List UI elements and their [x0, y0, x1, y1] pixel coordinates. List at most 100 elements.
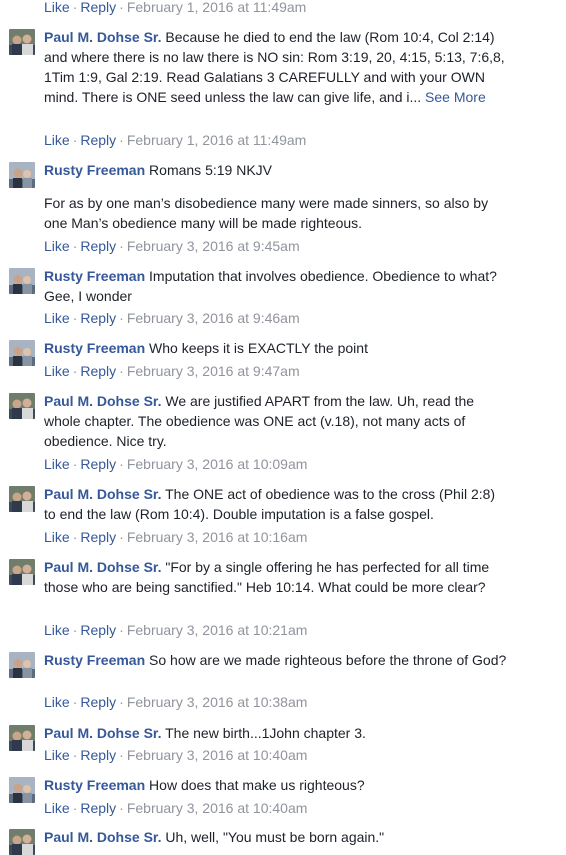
reply-link[interactable]: Reply — [80, 694, 116, 710]
separator: · — [119, 694, 124, 710]
comment-timestamp[interactable]: February 3, 2016 at 10:40am — [127, 800, 308, 816]
comment-text: So how are we made righteous before the … — [149, 652, 507, 668]
comment-timestamp[interactable]: February 3, 2016 at 10:21am — [127, 622, 308, 638]
comment-body: Paul M. Dohse Sr. We are justified APART… — [44, 391, 510, 451]
reply-link[interactable]: Reply — [80, 622, 116, 638]
comment-meta: Like · Reply · February 3, 2016 at 10:09am — [44, 454, 307, 474]
avatar[interactable] — [9, 340, 35, 366]
like-link[interactable]: Like — [44, 622, 70, 638]
comment-author[interactable]: Rusty Freeman — [44, 340, 145, 356]
comment-author[interactable]: Paul M. Dohse Sr. — [44, 829, 161, 845]
comment-timestamp[interactable]: February 3, 2016 at 10:38am — [127, 694, 308, 710]
comment-body: Paul M. Dohse Sr. The ONE act of obedien… — [44, 484, 510, 524]
comment-author[interactable]: Paul M. Dohse Sr. — [44, 486, 161, 502]
like-link[interactable]: Like — [44, 800, 70, 816]
reply-link[interactable]: Reply — [80, 363, 116, 379]
comment-meta: Like · Reply · February 3, 2016 at 10:38am — [44, 692, 307, 712]
comment-text: Uh, well, "You must be born again." — [165, 829, 385, 845]
comment-body: Rusty Freeman Who keeps it is EXACTLY th… — [44, 338, 510, 358]
separator: · — [119, 529, 124, 545]
comment-text: How does that make us righteous? — [149, 777, 365, 793]
reply-link[interactable]: Reply — [80, 132, 116, 148]
separator: · — [72, 0, 78, 15]
comment-timestamp[interactable]: February 1, 2016 at 11:49am — [127, 0, 307, 15]
separator: · — [72, 456, 78, 472]
comment-paragraph: For as by one man’s disobedience many we… — [44, 195, 489, 231]
comment-author[interactable]: Rusty Freeman — [44, 652, 145, 668]
comment-timestamp[interactable]: February 3, 2016 at 10:09am — [127, 456, 308, 472]
avatar[interactable] — [9, 268, 35, 294]
reply-link[interactable]: Reply — [80, 310, 116, 326]
like-link[interactable]: Like — [44, 694, 70, 710]
separator: · — [72, 622, 78, 638]
separator: · — [72, 694, 78, 710]
like-link[interactable]: Like — [44, 747, 70, 763]
comment-meta: Like · Reply · February 3, 2016 at 9:45am — [44, 236, 300, 256]
comment-body: Rusty Freeman How does that make us righ… — [44, 775, 510, 795]
comment-author[interactable]: Paul M. Dohse Sr. — [44, 29, 161, 45]
avatar[interactable] — [9, 29, 35, 55]
like-link[interactable]: Like — [44, 0, 70, 15]
comment-meta: Like · Reply · February 3, 2016 at 10:40am — [44, 745, 307, 765]
avatar[interactable] — [9, 777, 35, 803]
separator: · — [119, 456, 124, 472]
comment-body: Rusty Freeman Romans 5:19 NKJV For as by… — [44, 160, 510, 233]
separator: · — [72, 238, 78, 254]
separator: · — [119, 747, 124, 763]
comment-timestamp[interactable]: February 3, 2016 at 9:46am — [127, 310, 300, 326]
comment-text: The new birth...1John chapter 3. — [165, 725, 366, 741]
see-more-link[interactable]: See More — [421, 89, 486, 105]
avatar[interactable] — [9, 829, 35, 855]
separator: · — [119, 622, 124, 638]
comment-timestamp[interactable]: February 3, 2016 at 9:45am — [127, 238, 300, 254]
separator: · — [72, 363, 78, 379]
comment-text: Who keeps it is EXACTLY the point — [149, 340, 368, 356]
separator: · — [72, 800, 78, 816]
comment-timestamp[interactable]: February 3, 2016 at 10:40am — [127, 747, 308, 763]
comment-body: Paul M. Dohse Sr. Uh, well, "You must be… — [44, 827, 510, 847]
comment-author[interactable]: Rusty Freeman — [44, 162, 145, 178]
separator: · — [119, 238, 124, 254]
avatar[interactable] — [9, 652, 35, 678]
separator: · — [119, 0, 124, 15]
avatar[interactable] — [9, 486, 35, 512]
comment-author[interactable]: Paul M. Dohse Sr. — [44, 559, 161, 575]
like-link[interactable]: Like — [44, 310, 70, 326]
reply-link[interactable]: Reply — [80, 747, 116, 763]
avatar[interactable] — [9, 393, 35, 419]
comment-text: Romans 5:19 NKJV — [149, 162, 272, 178]
comment-meta: Like · Reply · February 3, 2016 at 10:40am — [44, 798, 307, 818]
comment-author[interactable]: Paul M. Dohse Sr. — [44, 725, 161, 741]
comment-timestamp[interactable]: February 3, 2016 at 9:47am — [127, 363, 300, 379]
comment-meta: Like · Reply · February 3, 2016 at 10:16am — [44, 527, 307, 547]
reply-link[interactable]: Reply — [80, 800, 116, 816]
reply-link[interactable]: Reply — [80, 529, 116, 545]
reply-link[interactable]: Reply — [80, 238, 116, 254]
like-link[interactable]: Like — [44, 456, 70, 472]
like-link[interactable]: Like — [44, 132, 70, 148]
comment-body: Paul M. Dohse Sr. Because he died to end… — [44, 27, 510, 107]
comment-body: Rusty Freeman Imputation that involves o… — [44, 266, 510, 306]
comment-meta: Like · Reply · February 3, 2016 at 9:47am — [44, 361, 300, 381]
comment-meta: Like · Reply · February 1, 2016 at 11:49am — [44, 130, 306, 150]
avatar[interactable] — [9, 559, 35, 585]
separator: · — [119, 310, 124, 326]
separator: · — [72, 132, 78, 148]
separator: · — [72, 747, 78, 763]
avatar[interactable] — [9, 162, 35, 188]
comment-author[interactable]: Paul M. Dohse Sr. — [44, 393, 161, 409]
like-link[interactable]: Like — [44, 529, 70, 545]
reply-link[interactable]: Reply — [80, 456, 116, 472]
reply-link[interactable]: Reply — [80, 0, 116, 15]
separator: · — [72, 529, 78, 545]
comment-author[interactable]: Rusty Freeman — [44, 777, 145, 793]
comment-timestamp[interactable]: February 1, 2016 at 11:49am — [127, 132, 307, 148]
comment-meta: Like · Reply · February 3, 2016 at 9:46am — [44, 308, 300, 328]
comment-meta: Like · Reply · February 3, 2016 at 10:21am — [44, 620, 307, 640]
avatar[interactable] — [9, 725, 35, 751]
comment-body: Paul M. Dohse Sr. The new birth...1John … — [44, 723, 510, 743]
comment-author[interactable]: Rusty Freeman — [44, 268, 145, 284]
like-link[interactable]: Like — [44, 238, 70, 254]
comment-timestamp[interactable]: February 3, 2016 at 10:16am — [127, 529, 308, 545]
like-link[interactable]: Like — [44, 363, 70, 379]
